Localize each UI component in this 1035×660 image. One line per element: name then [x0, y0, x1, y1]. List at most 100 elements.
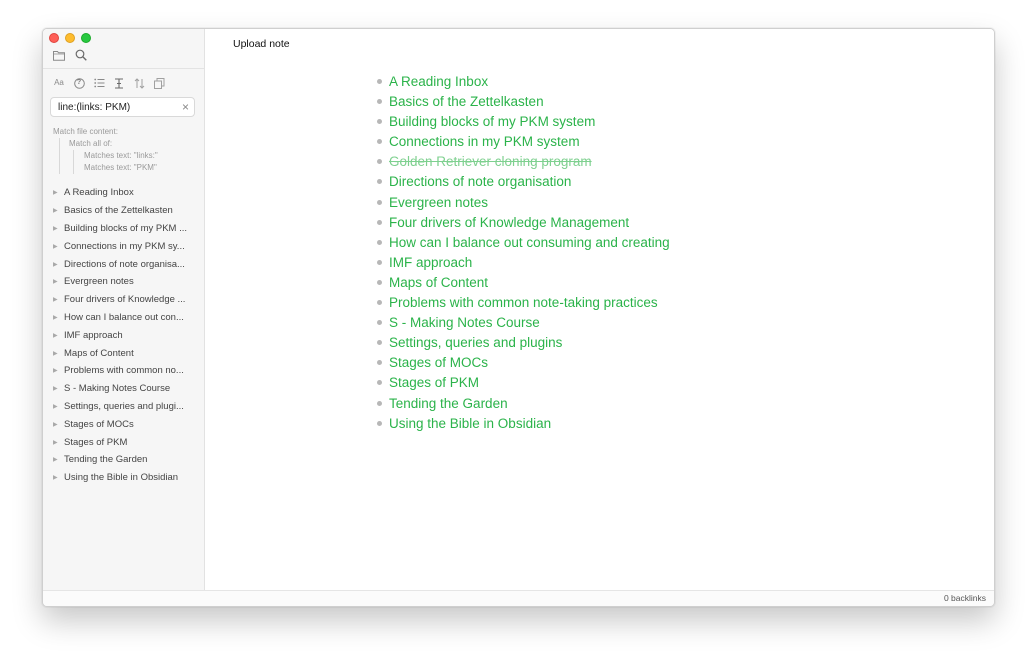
disclosure-triangle-icon[interactable]: ▶ [53, 332, 64, 339]
internal-link-struck[interactable]: Golden Retriever cloning program [389, 154, 592, 169]
search-result-item[interactable]: ▶ Settings, queries and plugi... [53, 398, 198, 416]
internal-link[interactable]: S - Making Notes Course [389, 315, 540, 330]
app-window: Aa ? line:(links: PKM) × Match file cont… [42, 28, 995, 607]
bullet-icon [377, 259, 382, 265]
disclosure-triangle-icon[interactable]: ▶ [53, 314, 64, 321]
bullet-icon [377, 320, 382, 326]
disclosure-triangle-icon[interactable]: ▶ [53, 296, 64, 303]
backlinks-count[interactable]: 0 backlinks [944, 593, 986, 603]
bullet-icon [377, 360, 382, 366]
disclosure-triangle-icon[interactable]: ▶ [53, 439, 64, 446]
disclosure-triangle-icon[interactable]: ▶ [53, 225, 64, 232]
search-result-label: Tending the Garden [64, 454, 148, 466]
bullet-icon [377, 99, 382, 105]
internal-link[interactable]: Evergreen notes [389, 195, 488, 210]
bullet-icon [377, 300, 382, 306]
sort-icon[interactable] [133, 77, 145, 89]
internal-link[interactable]: Building blocks of my PKM system [389, 114, 595, 129]
clear-search-icon[interactable]: × [182, 99, 189, 115]
bullet-icon [377, 159, 382, 165]
search-toolbar: Aa ? [53, 77, 165, 89]
internal-link[interactable]: Problems with common note-taking practic… [389, 295, 658, 310]
search-result-item[interactable]: ▶ Problems with common no... [53, 362, 198, 380]
search-result-item[interactable]: ▶ Four drivers of Knowledge ... [53, 291, 198, 309]
folder-icon[interactable] [53, 49, 65, 61]
internal-link[interactable]: Tending the Garden [389, 396, 508, 411]
bullet-icon [377, 239, 382, 245]
disclosure-triangle-icon[interactable]: ▶ [53, 456, 64, 463]
text-cursor-icon[interactable] [113, 77, 125, 89]
match-case-icon[interactable]: Aa [53, 77, 65, 89]
copy-icon[interactable] [153, 77, 165, 89]
internal-link[interactable]: Directions of note organisation [389, 174, 571, 189]
note-list-item: IMF approach [375, 253, 670, 273]
search-result-item[interactable]: ▶ Basics of the Zettelkasten [53, 202, 198, 220]
bullet-icon [377, 199, 382, 205]
search-result-item[interactable]: ▶ S - Making Notes Course [53, 380, 198, 398]
note-link-list: A Reading Inbox Basics of the Zettelkast… [375, 72, 670, 434]
disclosure-triangle-icon[interactable]: ▶ [53, 207, 64, 214]
internal-link[interactable]: Maps of Content [389, 275, 488, 290]
minimize-window-button[interactable] [65, 33, 75, 43]
search-input[interactable] [51, 98, 171, 116]
internal-link[interactable]: A Reading Inbox [389, 74, 488, 89]
bullet-icon [377, 279, 382, 285]
disclosure-triangle-icon[interactable]: ▶ [53, 350, 64, 357]
close-window-button[interactable] [49, 33, 59, 43]
note-list-item: Tending the Garden [375, 394, 670, 414]
search-result-item[interactable]: ▶ Stages of PKM [53, 433, 198, 451]
search-result-item[interactable]: ▶ Stages of MOCs [53, 415, 198, 433]
sidebar-divider [43, 68, 204, 69]
search-result-item[interactable]: ▶ Maps of Content [53, 344, 198, 362]
search-result-item[interactable]: ▶ Connections in my PKM sy... [53, 237, 198, 255]
search-result-item[interactable]: ▶ Building blocks of my PKM ... [53, 220, 198, 238]
internal-link[interactable]: Four drivers of Knowledge Management [389, 215, 629, 230]
internal-link[interactable]: IMF approach [389, 255, 472, 270]
disclosure-triangle-icon[interactable]: ▶ [53, 403, 64, 410]
list-icon[interactable] [93, 77, 105, 89]
internal-link[interactable]: How can I balance out consuming and crea… [389, 235, 670, 250]
search-result-item[interactable]: ▶ Evergreen notes [53, 273, 198, 291]
disclosure-triangle-icon[interactable]: ▶ [53, 243, 64, 250]
search-result-item[interactable]: ▶ Tending the Garden [53, 451, 198, 469]
internal-link[interactable]: Settings, queries and plugins [389, 335, 562, 350]
search-result-label: S - Making Notes Course [64, 383, 171, 395]
disclosure-triangle-icon[interactable]: ▶ [53, 421, 64, 428]
note-list-item: Directions of note organisation [375, 172, 670, 192]
internal-link[interactable]: Basics of the Zettelkasten [389, 94, 544, 109]
query-match-all: Match all of: [69, 139, 113, 148]
search-result-label: Four drivers of Knowledge ... [64, 294, 186, 306]
note-title[interactable]: Upload note [233, 38, 290, 50]
disclosure-triangle-icon[interactable]: ▶ [53, 474, 64, 481]
note-list-item: Building blocks of my PKM system [375, 112, 670, 132]
search-field: × [50, 97, 195, 117]
search-result-item[interactable]: ▶ Directions of note organisa... [53, 255, 198, 273]
disclosure-triangle-icon[interactable]: ▶ [53, 261, 64, 268]
search-sidebar: Aa ? line:(links: PKM) × Match file cont… [43, 29, 205, 590]
disclosure-triangle-icon[interactable]: ▶ [53, 189, 64, 196]
search-icon[interactable] [75, 49, 87, 61]
search-result-item[interactable]: ▶ IMF approach [53, 326, 198, 344]
search-result-label: Connections in my PKM sy... [64, 240, 185, 252]
search-result-item[interactable]: ▶ A Reading Inbox [53, 184, 198, 202]
bullet-icon [377, 219, 382, 225]
disclosure-triangle-icon[interactable]: ▶ [53, 385, 64, 392]
note-list-item: S - Making Notes Course [375, 313, 670, 333]
note-list-item: Stages of PKM [375, 373, 670, 393]
search-result-item[interactable]: ▶ Using the Bible in Obsidian [53, 469, 198, 487]
internal-link[interactable]: Stages of MOCs [389, 355, 488, 370]
bullet-icon [377, 380, 382, 386]
search-result-label: A Reading Inbox [64, 187, 134, 199]
internal-link[interactable]: Using the Bible in Obsidian [389, 416, 551, 431]
search-result-item[interactable]: ▶ How can I balance out con... [53, 309, 198, 327]
search-result-label: Directions of note organisa... [64, 258, 185, 270]
query-explanation: Match file content: Match all of: Matche… [53, 126, 158, 174]
internal-link[interactable]: Connections in my PKM system [389, 134, 580, 149]
maximize-window-button[interactable] [81, 33, 91, 43]
search-result-label: How can I balance out con... [64, 311, 184, 323]
disclosure-triangle-icon[interactable]: ▶ [53, 278, 64, 285]
internal-link[interactable]: Stages of PKM [389, 375, 479, 390]
disclosure-triangle-icon[interactable]: ▶ [53, 367, 64, 374]
bullet-icon [377, 139, 382, 145]
help-icon[interactable]: ? [73, 77, 85, 89]
